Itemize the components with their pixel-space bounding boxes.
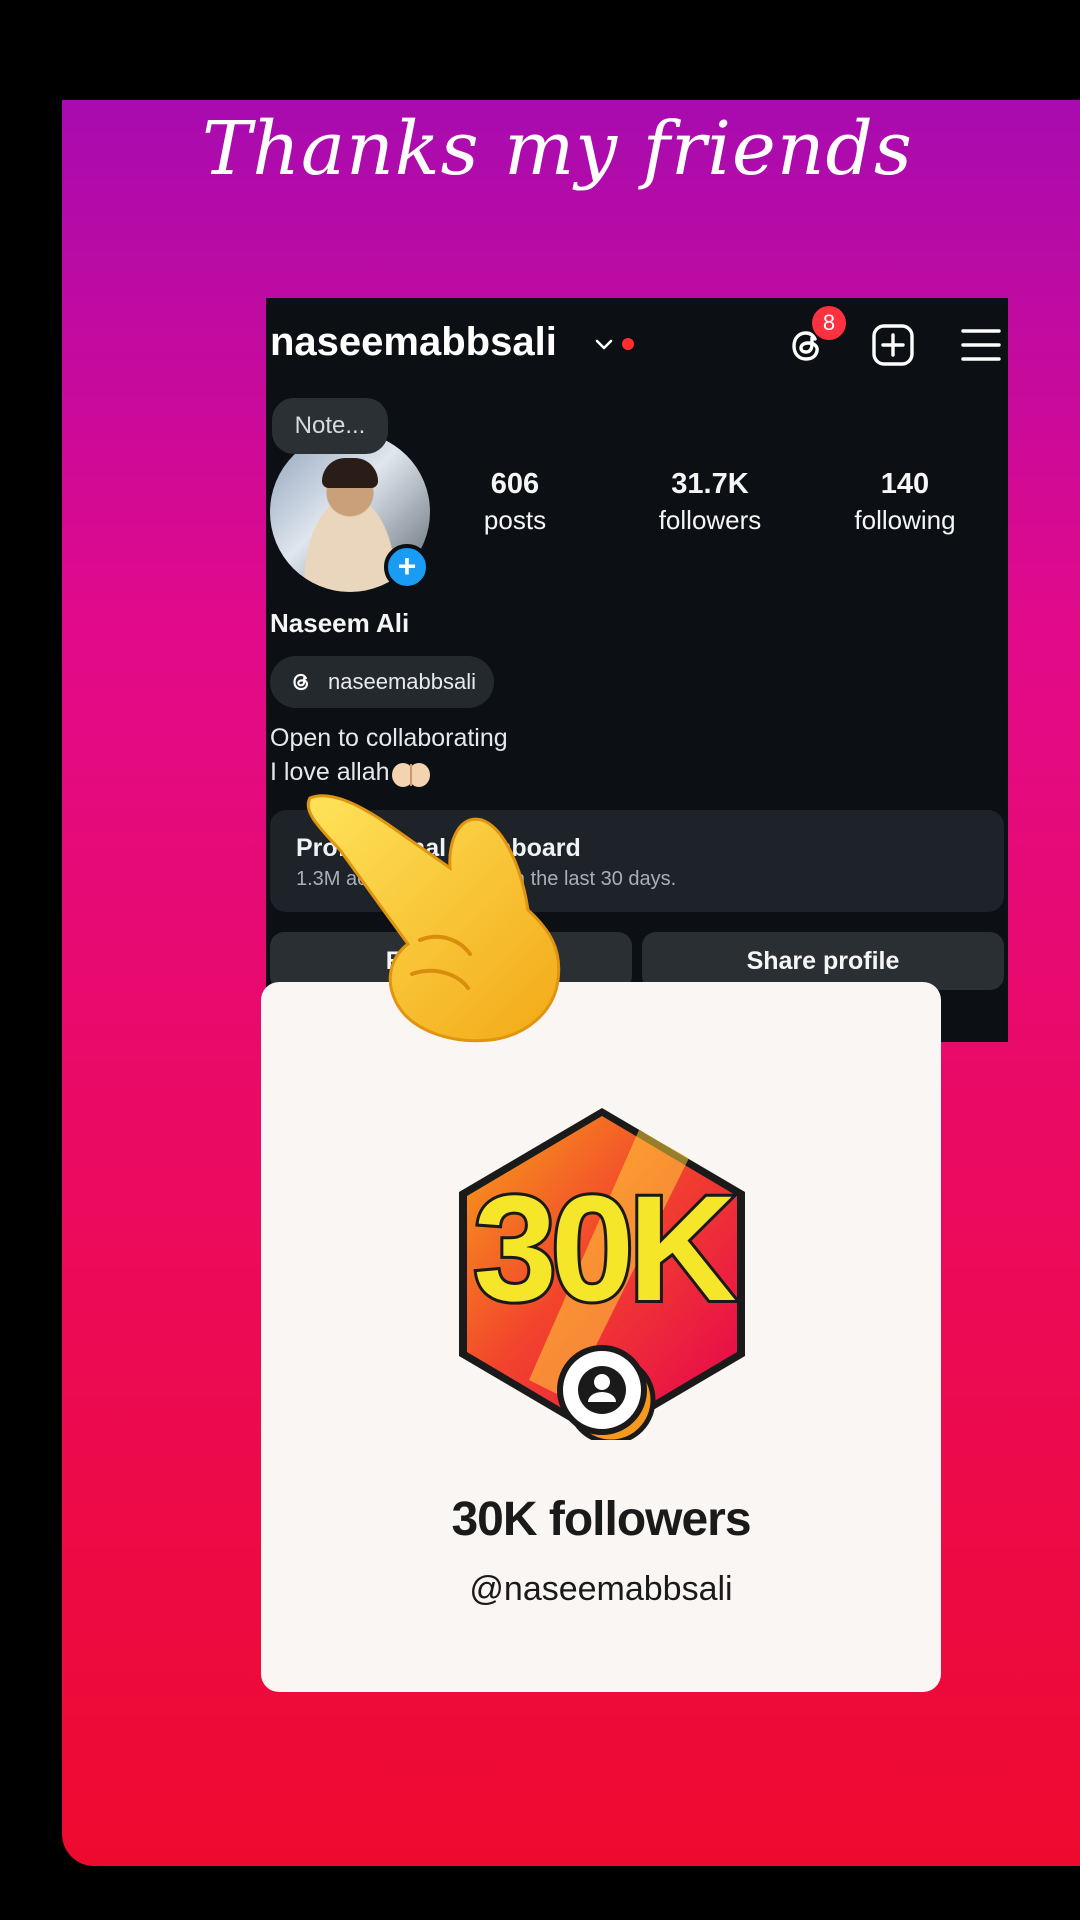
story-caption: Thanks my friends xyxy=(202,106,913,192)
milestone-card: 30K 30K followers @naseemabbsali xyxy=(261,982,941,1692)
followers-label: followers xyxy=(658,505,762,535)
pointing-hand-icon xyxy=(306,794,561,1043)
milestone-handle: @naseemabbsali xyxy=(469,1570,733,1608)
following-label: following xyxy=(854,505,956,535)
stat-posts[interactable]: 606 posts xyxy=(440,468,590,536)
unread-dot xyxy=(622,338,634,350)
new-post-icon[interactable] xyxy=(870,322,916,368)
milestone-badge: 30K xyxy=(459,1108,745,1440)
threads-handle: naseemabbsali xyxy=(328,669,476,694)
followers-count: 31.7K xyxy=(671,468,749,500)
profile-header: naseemabbsali 8 xyxy=(266,298,1008,394)
bio-line: Open to collaborating xyxy=(270,724,508,752)
threads-icon xyxy=(293,673,309,691)
milestone-title: 30K followers xyxy=(451,1493,751,1546)
stat-following[interactable]: 140 following xyxy=(830,468,980,536)
posts-count: 606 xyxy=(490,468,540,500)
threads-link[interactable]: naseemabbsali xyxy=(270,656,494,708)
stat-followers[interactable]: 31.7K followers xyxy=(635,468,785,536)
bio-line: I love allah xyxy=(270,758,390,786)
story-background: Thanks my friends naseemabbsali 8 Note..… xyxy=(62,100,1080,1866)
praying-hands-emoji-icon xyxy=(392,763,430,787)
avatar-hair xyxy=(322,458,378,488)
add-story-icon[interactable]: + xyxy=(384,544,430,590)
posts-label: posts xyxy=(483,505,547,535)
following-count: 140 xyxy=(880,468,930,500)
menu-icon[interactable] xyxy=(960,326,1002,364)
note-bubble[interactable]: Note... xyxy=(272,398,388,454)
profile-full-name: Naseem Ali xyxy=(270,608,410,638)
milestone-badge-text: 30K xyxy=(473,1164,735,1332)
notification-badge: 8 xyxy=(812,306,846,340)
profile-username[interactable]: naseemabbsali xyxy=(270,320,557,365)
chevron-down-icon[interactable] xyxy=(592,332,616,356)
